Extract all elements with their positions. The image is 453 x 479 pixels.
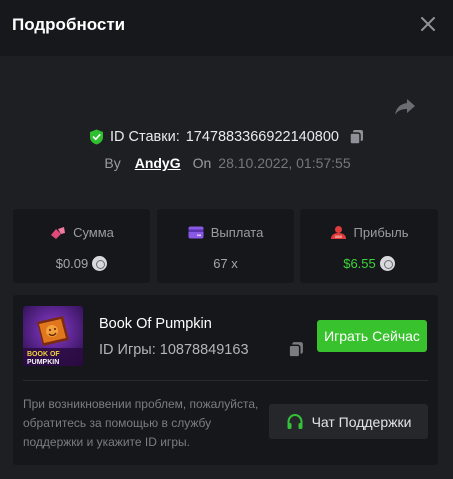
play-now-button[interactable]: Играть Сейчас [317, 320, 427, 352]
thumb-text-1: BOOK OF [27, 351, 60, 358]
user-money-icon [330, 226, 346, 239]
bet-id-label: ID Ставки: [110, 129, 180, 145]
stat-card-payout: Выплата 67 x [157, 209, 294, 283]
verified-shield-icon [90, 129, 104, 145]
support-chat-label: Чат Поддержки [311, 413, 412, 430]
coin-icon [92, 256, 108, 271]
divider [23, 380, 428, 381]
stat-card-amount: Сумма $0.09 [13, 209, 150, 283]
modal-header: Подробности [0, 0, 453, 56]
card-icon [188, 226, 204, 239]
stat-value-amount: $0.09 [55, 256, 89, 271]
copy-game-id-icon[interactable] [288, 341, 304, 358]
support-help-text: При возникновении проблем, пожалуйста, о… [23, 397, 259, 449]
close-icon[interactable] [421, 17, 435, 31]
game-thumbnail[interactable]: BOOK OF PUMPKIN [23, 306, 83, 366]
stat-label-payout: Выплата [210, 225, 264, 240]
bet-author-row: By AndyG On 28.10.2022, 01:57:55 [0, 153, 453, 173]
stat-card-profit: Прибыль $6.55 [300, 209, 438, 283]
bet-id-row: ID Ставки: 1747883366922140800 [0, 127, 453, 147]
stat-label-profit: Прибыль [353, 225, 409, 240]
game-id-label: ID Игры: [99, 342, 156, 358]
copy-icon[interactable] [349, 129, 364, 145]
stat-value-profit: $6.55 [343, 256, 376, 271]
by-label: By [104, 155, 121, 171]
game-panel: BOOK OF PUMPKIN Book Of Pumpkin ID Игры:… [13, 295, 438, 465]
stat-value-payout: 67 x [213, 256, 238, 271]
bet-id-value: 1747883366922140800 [185, 129, 339, 145]
thumb-text-2: PUMPKIN [27, 359, 59, 366]
bet-icon [51, 226, 66, 239]
user-link[interactable]: AndyG [135, 155, 181, 171]
game-name[interactable]: Book Of Pumpkin [99, 316, 212, 332]
on-label: On [192, 155, 212, 171]
share-icon[interactable] [394, 98, 416, 116]
bet-datetime: 28.10.2022, 01:57:55 [218, 155, 351, 171]
headset-icon [287, 413, 303, 429]
game-id-value: 10878849163 [159, 342, 249, 358]
modal-title: Подробности [12, 15, 126, 34]
stat-label-amount: Сумма [73, 225, 114, 240]
game-id: ID Игры: 10878849163 [99, 342, 249, 358]
support-chat-button[interactable]: Чат Поддержки [269, 404, 428, 439]
coin-icon [379, 256, 395, 271]
